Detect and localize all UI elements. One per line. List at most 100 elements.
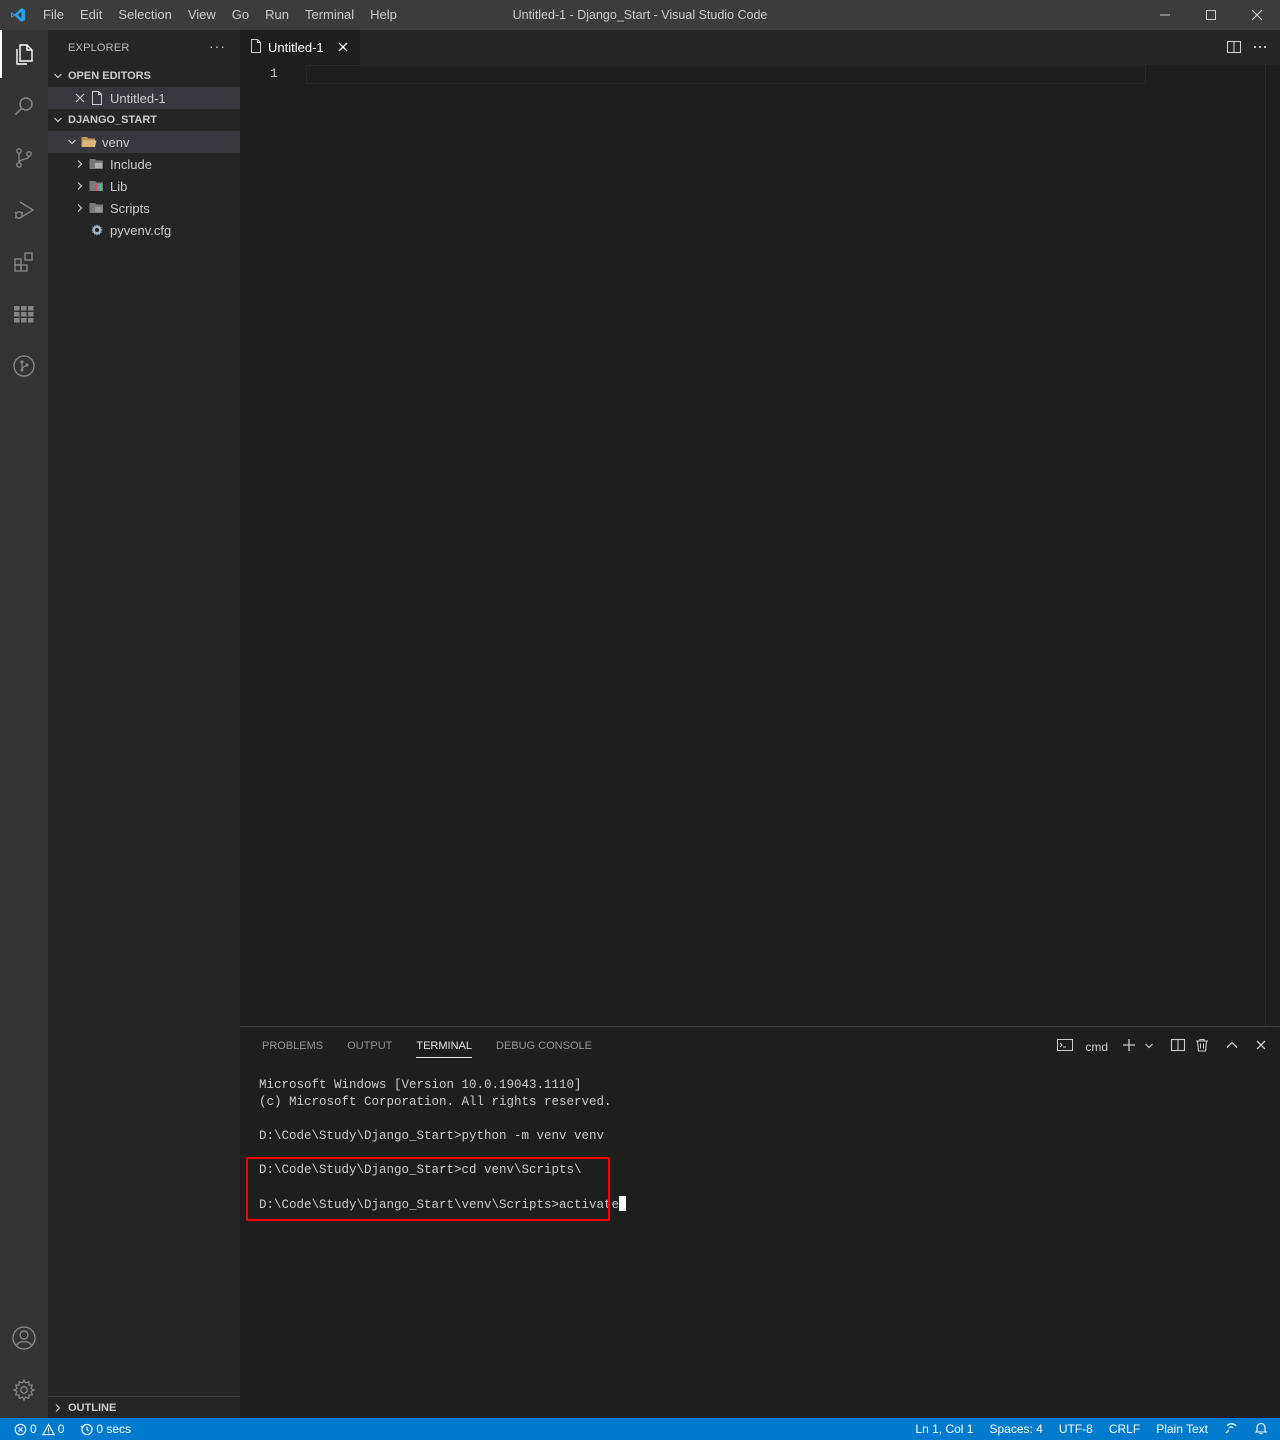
settings-gear-icon[interactable] (0, 1366, 48, 1414)
cursor-position[interactable]: Ln 1, Col 1 (915, 1422, 973, 1436)
menu-file[interactable]: File (35, 0, 72, 30)
menu-selection[interactable]: Selection (110, 0, 179, 30)
vscode-logo-icon (0, 0, 35, 30)
extensions-icon[interactable] (0, 238, 48, 286)
menu-help[interactable]: Help (362, 0, 405, 30)
error-count: 0 (30, 1422, 37, 1436)
menu-edit[interactable]: Edit (72, 0, 110, 30)
maximize-panel-icon[interactable] (1224, 1037, 1240, 1056)
run-debug-icon[interactable] (0, 186, 48, 234)
tab-terminal[interactable]: TERMINAL (406, 1027, 482, 1065)
chevron-down-icon[interactable] (1144, 1039, 1154, 1054)
folder-include-icon (88, 153, 106, 175)
chevron-down-icon (48, 115, 68, 125)
close-icon[interactable] (72, 87, 88, 109)
close-window-button[interactable] (1234, 0, 1280, 30)
new-terminal-icon[interactable] (1122, 1038, 1136, 1055)
more-actions-icon[interactable]: ··· (209, 38, 226, 54)
panel-tabs: PROBLEMS OUTPUT TERMINAL DEBUG CONSOLE (252, 1027, 606, 1065)
timer-status[interactable]: 0 secs (80, 1422, 131, 1436)
tree-item-label: Include (110, 156, 152, 172)
title-bar: File Edit Selection View Go Run Terminal… (0, 0, 1280, 30)
chevron-down-icon (48, 71, 68, 81)
line-number: 1 (270, 66, 278, 81)
source-control-icon[interactable] (0, 134, 48, 182)
account-icon[interactable] (0, 1314, 48, 1362)
terminal-line: Microsoft Windows [Version 10.0.19043.11… (259, 1078, 582, 1092)
end-of-line[interactable]: CRLF (1109, 1422, 1140, 1436)
git-graph-icon[interactable] (0, 342, 48, 390)
error-icon (14, 1423, 27, 1435)
tree-item-label: pyvenv.cfg (110, 222, 172, 238)
workspace-section[interactable]: DJANGO_START (48, 109, 240, 131)
editor-tab-bar: Untitled-1 (240, 30, 1280, 65)
encoding[interactable]: UTF-8 (1059, 1422, 1093, 1436)
remote-grid-icon[interactable] (0, 290, 48, 338)
indentation[interactable]: Spaces: 4 (989, 1422, 1042, 1436)
terminal-shell-select[interactable]: cmd (1085, 1040, 1108, 1054)
open-editors-title: OPEN EDITORS (68, 70, 151, 82)
tab-output[interactable]: OUTPUT (337, 1027, 402, 1065)
open-editors-section[interactable]: OPEN EDITORS (48, 65, 240, 87)
current-line-highlight (306, 65, 1146, 84)
menu-view[interactable]: View (180, 0, 224, 30)
open-editor-item[interactable]: Untitled-1 (48, 87, 240, 109)
activity-bar (0, 30, 48, 1418)
language-mode[interactable]: Plain Text (1156, 1422, 1208, 1436)
tab-problems[interactable]: PROBLEMS (252, 1027, 333, 1065)
maximize-button[interactable] (1188, 0, 1234, 30)
bottom-panel: PROBLEMS OUTPUT TERMINAL DEBUG CONSOLE c… (240, 1026, 1280, 1418)
tree-item-include[interactable]: Include (48, 153, 240, 175)
sidebar-header: EXPLORER ··· (48, 30, 240, 65)
tree-item-scripts[interactable]: Scripts (48, 197, 240, 219)
history-icon (80, 1423, 94, 1435)
more-actions-icon[interactable] (1252, 39, 1268, 58)
problems-status[interactable]: 0 0 (14, 1422, 64, 1436)
gear-file-icon (88, 219, 106, 241)
chevron-down-icon (64, 131, 80, 153)
tree-item-pyvenv[interactable]: pyvenv.cfg (48, 219, 240, 241)
close-panel-icon[interactable] (1254, 1038, 1268, 1055)
workspace-title: DJANGO_START (68, 114, 158, 126)
folder-lib-icon (88, 175, 106, 197)
red-highlight-box (246, 1157, 610, 1221)
editor-actions (1226, 39, 1268, 58)
tree-item-lib[interactable]: Lib (48, 175, 240, 197)
close-tab-icon[interactable] (336, 40, 350, 54)
chevron-right-icon (48, 1403, 68, 1413)
outline-section[interactable]: OUTLINE (48, 1396, 240, 1418)
split-editor-icon[interactable] (1226, 39, 1242, 58)
open-editor-label: Untitled-1 (110, 90, 166, 106)
explorer-icon[interactable] (0, 30, 48, 78)
tab-untitled-1[interactable]: Untitled-1 (240, 30, 360, 65)
warning-icon (41, 1422, 55, 1435)
menu-go[interactable]: Go (224, 0, 257, 30)
search-icon[interactable] (0, 82, 48, 130)
menu-run[interactable]: Run (257, 0, 297, 30)
file-icon (250, 39, 262, 56)
outline-header: OUTLINE (48, 1397, 240, 1419)
outline-title: OUTLINE (68, 1402, 117, 1414)
tree-item-label: venv (102, 134, 130, 150)
panel-actions: cmd (1057, 1037, 1268, 1056)
split-terminal-icon[interactable] (1170, 1037, 1186, 1056)
minimize-button[interactable] (1142, 0, 1188, 30)
terminal-shell-icon (1057, 1038, 1074, 1055)
explorer-sidebar: EXPLORER ··· OPEN EDITORS Untitled-1 DJA… (48, 30, 240, 1418)
editor-area[interactable]: 1 (240, 65, 1280, 1026)
tree-item-venv[interactable]: venv (48, 131, 240, 153)
maximize-icon (1206, 10, 1216, 20)
minimize-icon (1160, 14, 1170, 16)
warning-count: 0 (57, 1422, 65, 1436)
status-bar: 0 0 0 secs Ln 1, Col 1 Spaces: 4 UTF-8 C… (0, 1418, 1280, 1440)
tab-debug-console[interactable]: DEBUG CONSOLE (486, 1027, 602, 1065)
close-icon (1251, 9, 1263, 21)
terminal-line: (c) Microsoft Corporation. All rights re… (259, 1095, 612, 1109)
trash-icon[interactable] (1194, 1037, 1210, 1056)
minimap-divider (1265, 65, 1266, 1026)
menu-terminal[interactable]: Terminal (297, 0, 362, 30)
notifications-bell-icon[interactable] (1254, 1421, 1268, 1438)
feedback-icon[interactable] (1224, 1421, 1238, 1438)
terminal-line: D:\Code\Study\Django_Start>python -m ven… (259, 1129, 605, 1143)
